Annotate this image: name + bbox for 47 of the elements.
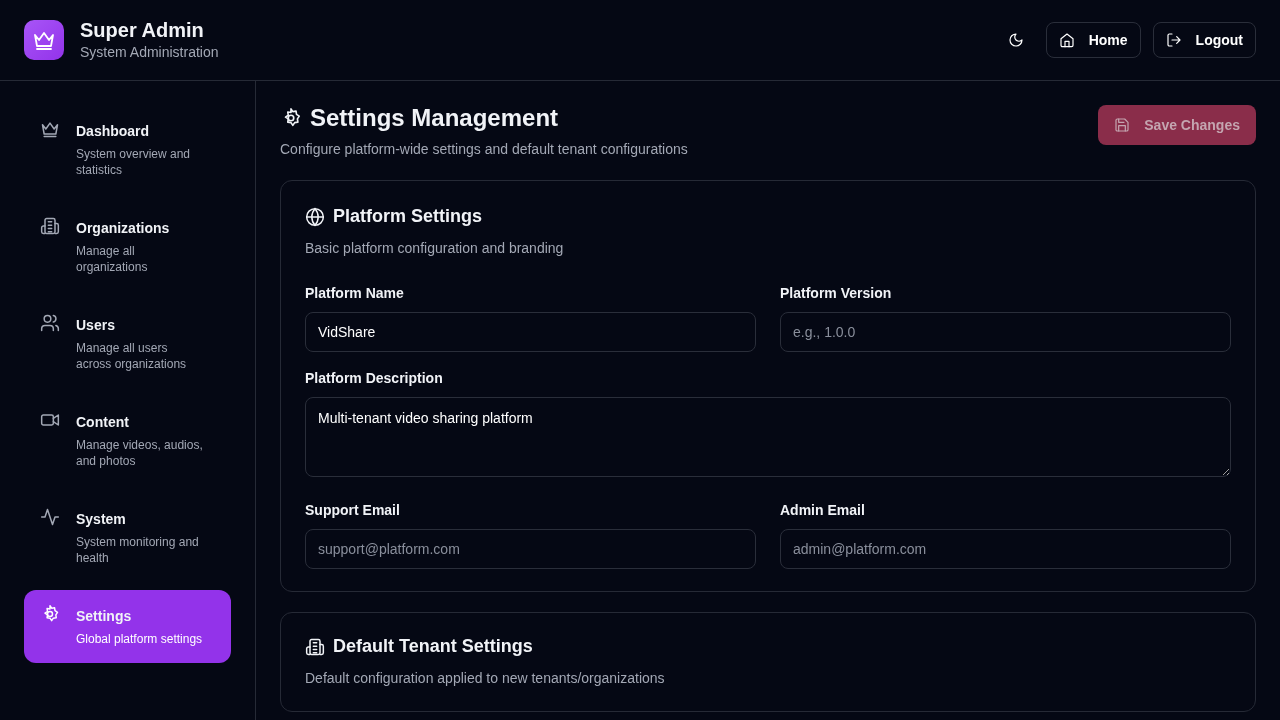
globe-icon <box>305 206 325 227</box>
sidebar-item-description: Manage all organizations <box>76 243 149 275</box>
text-area[interactable]: Multi-tenant video sharing platform <box>305 397 1231 478</box>
sidebar-item-label: Users <box>76 316 116 335</box>
sidebar-item-description: Manage all users across organizations <box>76 340 188 372</box>
users-icon <box>40 313 60 333</box>
sidebar-item-description: System overview and statistics <box>76 146 192 178</box>
input-field[interactable]: admin@platform.com <box>780 529 1231 570</box>
sidebar-item[interactable]: Users Manage all users across organizations <box>24 299 231 388</box>
sidebar-item-description: Global platform settings <box>76 631 203 647</box>
field-label: Platform Name <box>305 284 405 304</box>
field-label: Support Email <box>305 501 401 521</box>
field-label: Admin Email <box>780 501 866 521</box>
logout-button[interactable]: Logout <box>1152 22 1256 58</box>
section-title: Default Tenant Settings <box>333 635 533 659</box>
app-subtitle: System Administration <box>80 42 219 62</box>
section-description: Default configuration applied to new tenants/organizations <box>305 669 666 689</box>
building-icon <box>305 636 325 657</box>
sidebar-item[interactable]: Organizations Manage all organizations <box>24 202 231 291</box>
sidebar-item-label: Organizations <box>76 219 171 238</box>
sidebar-item-label: Dashboard <box>76 122 151 141</box>
section-title: Platform Settings <box>333 205 483 229</box>
sidebar-item[interactable]: Settings Global platform settings <box>24 590 231 663</box>
sidebar-item[interactable]: Content Manage videos, audios, and photos <box>24 396 231 485</box>
sidebar-item-label: System <box>76 510 127 529</box>
home-icon <box>1058 32 1075 48</box>
sidebar-item-label: Content <box>76 413 130 432</box>
input-field[interactable]: e.g., 1.0.0 <box>780 312 1231 353</box>
input-field[interactable]: support@platform.com <box>305 529 756 570</box>
input-field[interactable]: VidShare <box>305 312 756 353</box>
building-icon <box>40 216 60 236</box>
field-label: Platform Description <box>305 369 444 389</box>
app-title: Super Admin <box>80 17 205 42</box>
crown-logo <box>24 20 64 60</box>
page-subtitle: Configure platform-wide settings and default tenant configurations <box>280 140 688 160</box>
logout-icon <box>1165 32 1182 48</box>
sidebar-item-description: Manage videos, audios, and photos <box>76 437 204 469</box>
home-button[interactable]: Home <box>1045 22 1141 58</box>
sidebar-item[interactable]: Dashboard System overview and statistics <box>24 105 231 194</box>
sidebar-item-label: Settings <box>76 607 133 626</box>
sidebar-item[interactable]: System System monitoring and health <box>24 493 231 582</box>
moon-icon <box>1007 32 1024 48</box>
page-title: Settings Management <box>310 105 559 132</box>
section-description: Basic platform configuration and branding <box>305 239 565 259</box>
field-label: Platform Version <box>780 284 893 304</box>
pulse-line-icon <box>40 507 60 527</box>
sidebar-item-description: System monitoring and health <box>76 534 200 566</box>
